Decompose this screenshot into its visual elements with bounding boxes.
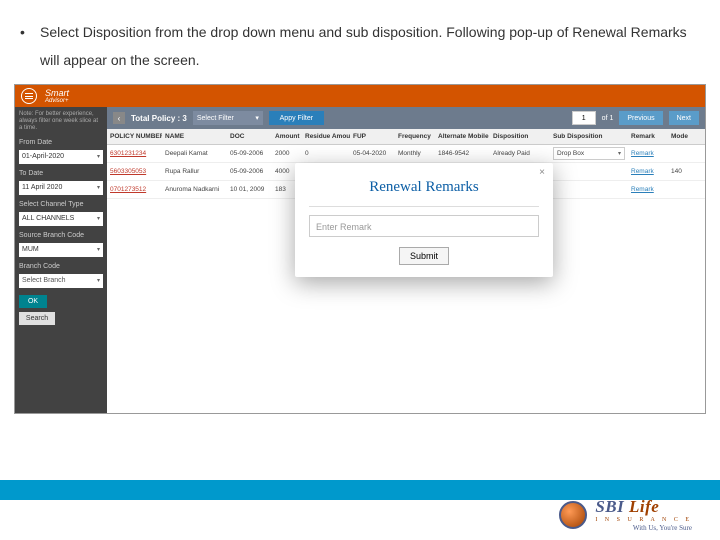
instruction-body: Select Disposition from the drop down me…: [40, 18, 700, 74]
to-date-label: To Date: [19, 170, 103, 177]
app-header: Smart Advisor+: [15, 85, 705, 107]
policy-link[interactable]: 5603305053: [110, 168, 146, 175]
policy-link[interactable]: 6301231234: [110, 150, 146, 157]
close-icon[interactable]: ×: [539, 167, 545, 178]
remark-input[interactable]: Enter Remark: [309, 215, 539, 237]
total-policy: Total Policy : 3: [131, 114, 187, 123]
sidebar-note: Note: For better experience, always filt…: [19, 111, 103, 133]
hamburger-icon[interactable]: [21, 88, 37, 104]
submit-button[interactable]: Submit: [399, 247, 449, 265]
divider: [309, 206, 539, 207]
previous-button[interactable]: Previous: [619, 111, 662, 125]
topbar: ‹ Total Policy : 3 Select Filter▾ Appy F…: [107, 107, 705, 129]
chevron-down-icon: ▾: [97, 153, 100, 160]
app-logo: Smart Advisor+: [45, 89, 69, 104]
logo-circle-icon: [559, 501, 587, 529]
page-input[interactable]: [572, 111, 596, 125]
apply-filter-button[interactable]: Appy Filter: [269, 111, 324, 125]
app-screenshot: Smart Advisor+ Note: For better experien…: [14, 84, 706, 414]
from-date-input[interactable]: 01-April-2020▾: [19, 150, 103, 164]
source-label: Source Branch Code: [19, 232, 103, 239]
page-footer: SBI Life I N S U R A N C E With Us, You'…: [0, 480, 720, 540]
chevron-down-icon: ▾: [97, 184, 100, 191]
chevron-down-icon: ▾: [97, 215, 100, 222]
chevron-down-icon: ▾: [97, 277, 100, 284]
branch-label: Branch Code: [19, 263, 103, 270]
sub-disposition-select[interactable]: Drop Box▾: [553, 147, 625, 160]
to-date-input[interactable]: 11 April 2020▾: [19, 181, 103, 195]
modal-title: Renewal Remarks: [309, 179, 539, 196]
ok-button[interactable]: OK: [19, 295, 47, 308]
channel-select[interactable]: ALL CHANNELS▾: [19, 212, 103, 226]
sbi-logo: SBI Life I N S U R A N C E With Us, You'…: [559, 497, 692, 532]
instruction-text: • Select Disposition from the drop down …: [0, 0, 720, 74]
renewal-remarks-modal: × Renewal Remarks Enter Remark Submit: [295, 163, 553, 277]
remark-link[interactable]: Remark: [631, 168, 654, 175]
bullet-icon: •: [20, 18, 40, 74]
chevron-down-icon: ▾: [255, 114, 259, 122]
table-header: POLICY NUMBER NAME DOC Amount Residue Am…: [107, 129, 705, 145]
next-button[interactable]: Next: [669, 111, 699, 125]
remark-link[interactable]: Remark: [631, 186, 654, 193]
sidebar: Note: For better experience, always filt…: [15, 107, 107, 413]
channel-label: Select Channel Type: [19, 201, 103, 208]
source-select[interactable]: MUM▾: [19, 243, 103, 257]
chevron-down-icon: ▾: [97, 246, 100, 253]
branch-select[interactable]: Select Branch▾: [19, 274, 103, 288]
page-of: of 1: [602, 115, 614, 122]
policy-link[interactable]: 0701273512: [110, 186, 146, 193]
table-row: 6301231234 Deepali Kamat 05-09-2006 2000…: [107, 145, 705, 163]
from-date-label: From Date: [19, 139, 103, 146]
collapse-button[interactable]: ‹: [113, 112, 125, 124]
search-button[interactable]: Search: [19, 312, 55, 325]
filter-select[interactable]: Select Filter▾: [193, 111, 263, 125]
remark-link[interactable]: Remark: [631, 150, 654, 157]
